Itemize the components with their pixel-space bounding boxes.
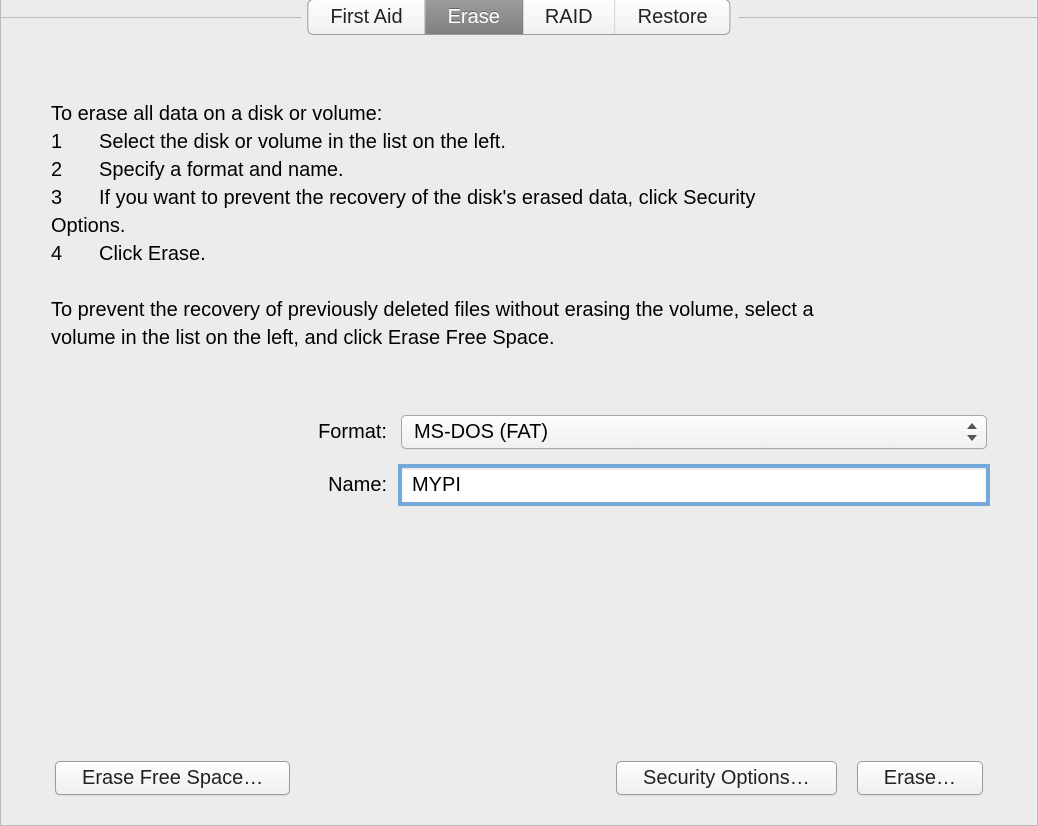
tab-bar: First Aid Erase RAID Restore: [307, 0, 730, 35]
security-options-button[interactable]: Security Options…: [616, 761, 837, 795]
format-label: Format:: [51, 421, 401, 444]
tab-raid[interactable]: RAID: [523, 0, 616, 34]
tab-first-aid[interactable]: First Aid: [308, 0, 425, 34]
name-input[interactable]: [401, 467, 987, 503]
erase-free-space-button[interactable]: Erase Free Space…: [55, 761, 290, 795]
updown-arrows-icon: [966, 423, 978, 441]
tab-restore[interactable]: Restore: [616, 0, 730, 34]
format-select[interactable]: MS-DOS (FAT): [401, 415, 987, 449]
erase-button[interactable]: Erase…: [857, 761, 983, 795]
erase-panel: First Aid Erase RAID Restore To erase al…: [0, 0, 1038, 826]
erase-form: Format: MS-DOS (FAT) Name:: [51, 415, 987, 521]
format-select-value: MS-DOS (FAT): [414, 421, 548, 444]
instructions-text: To erase all data on a disk or volume: 1…: [51, 100, 987, 352]
tab-erase[interactable]: Erase: [426, 0, 523, 34]
instructions-intro: To erase all data on a disk or volume:: [51, 100, 987, 128]
name-label: Name:: [51, 474, 401, 497]
button-row: Erase Free Space… Security Options… Eras…: [55, 761, 983, 795]
